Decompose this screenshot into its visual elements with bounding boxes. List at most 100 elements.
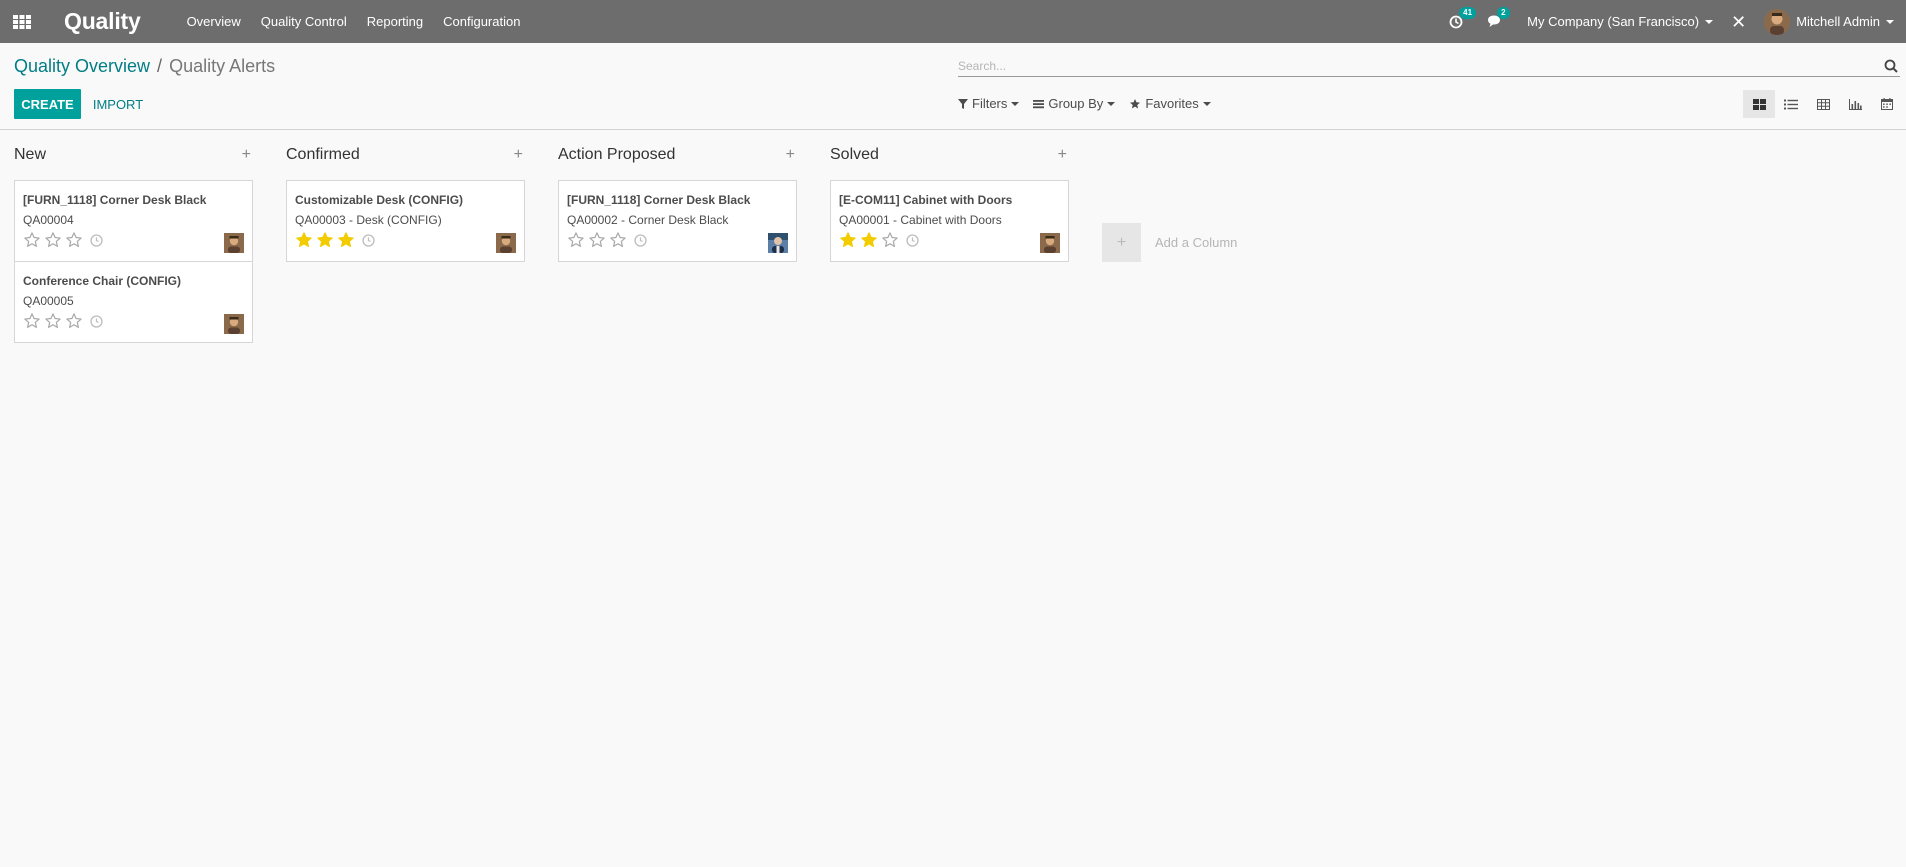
star-empty-icon[interactable] <box>23 231 41 249</box>
star-empty-icon[interactable] <box>588 231 606 249</box>
kanban-column-new: New + [FURN_1118] Corner Desk Black QA00… <box>14 141 253 343</box>
activity-clock-icon[interactable] <box>905 233 919 247</box>
menu-reporting[interactable]: Reporting <box>357 14 433 29</box>
activity-clock-icon[interactable] <box>89 314 103 328</box>
calendar-icon <box>1881 98 1893 110</box>
add-card-icon[interactable]: + <box>514 146 525 164</box>
breadcrumb-parent[interactable]: Quality Overview <box>14 56 150 77</box>
kanban-icon <box>1752 98 1766 110</box>
column-header: Action Proposed + <box>558 141 797 169</box>
search-icon[interactable] <box>1882 57 1900 75</box>
breadcrumb-separator: / <box>157 56 163 76</box>
list-icon <box>1784 99 1798 109</box>
user-name: Mitchell Admin <box>1796 14 1880 29</box>
star-empty-icon[interactable] <box>44 312 62 330</box>
calendar-view-button[interactable] <box>1871 90 1903 118</box>
favorites-dropdown[interactable]: Favorites <box>1129 96 1211 111</box>
user-menu[interactable]: Mitchell Admin <box>1764 8 1894 35</box>
avatar <box>496 233 516 253</box>
kanban-view-button[interactable] <box>1743 90 1775 118</box>
column-title[interactable]: Confirmed <box>286 146 360 164</box>
menu-configuration[interactable]: Configuration <box>433 14 530 29</box>
chevron-down-icon <box>1202 101 1211 106</box>
kanban-card[interactable]: Conference Chair (CONFIG) QA00005 <box>14 261 253 343</box>
activity-clock-icon[interactable] <box>633 233 647 247</box>
star-icon <box>1130 98 1141 108</box>
column-header: New + <box>14 141 253 169</box>
page-title: Quality Alerts <box>169 56 276 76</box>
table-icon <box>1816 98 1830 110</box>
add-column-label: Add a Column <box>1155 235 1238 250</box>
chevron-down-icon <box>1886 19 1894 24</box>
group-by-label: Group By <box>1048 96 1104 111</box>
filters-dropdown[interactable]: Filters <box>958 96 1020 111</box>
group-by-dropdown[interactable]: Group By <box>1033 96 1116 111</box>
navbar-systray: 41 2 My Company (San Francisco) ✕ Mitche… <box>1449 0 1906 43</box>
pivot-view-button[interactable] <box>1807 90 1839 118</box>
close-icon[interactable]: ✕ <box>1731 13 1746 31</box>
priority-stars <box>295 231 355 249</box>
avatar <box>224 314 244 334</box>
kanban-column-confirmed: Confirmed + Customizable Desk (CONFIG) Q… <box>286 141 525 343</box>
import-button[interactable]: IMPORT <box>86 89 150 119</box>
column-title[interactable]: Solved <box>830 146 879 164</box>
priority-stars <box>567 231 627 249</box>
add-column-button[interactable]: + Add a Column <box>1102 141 1237 343</box>
priority-stars <box>839 231 899 249</box>
avatar <box>224 233 244 253</box>
top-navbar: Quality Overview Quality Control Reporti… <box>0 0 1906 43</box>
list-icon <box>1033 99 1045 108</box>
avatar <box>1040 233 1060 253</box>
search-input[interactable] <box>958 58 1882 73</box>
kanban-card[interactable]: [FURN_1118] Corner Desk Black QA00002 - … <box>558 180 797 262</box>
column-title[interactable]: New <box>14 146 46 164</box>
bar-chart-icon <box>1848 98 1862 110</box>
list-view-button[interactable] <box>1775 90 1807 118</box>
star-empty-icon[interactable] <box>881 231 899 249</box>
company-switcher[interactable]: My Company (San Francisco) <box>1527 14 1714 29</box>
app-title[interactable]: Quality <box>64 8 141 35</box>
star-empty-icon[interactable] <box>23 312 41 330</box>
star-empty-icon[interactable] <box>44 231 62 249</box>
star-filled-icon[interactable] <box>316 231 334 249</box>
star-empty-icon[interactable] <box>65 231 83 249</box>
activity-icon[interactable]: 41 <box>1449 6 1477 29</box>
star-filled-icon[interactable] <box>337 231 355 249</box>
column-title[interactable]: Action Proposed <box>558 146 675 164</box>
breadcrumb: Quality Overview / Quality Alerts <box>14 56 275 77</box>
messages-icon[interactable]: 2 <box>1487 6 1510 29</box>
apps-menu-icon[interactable] <box>0 0 44 43</box>
add-card-icon[interactable]: + <box>242 146 253 164</box>
favorites-label: Favorites <box>1145 96 1199 111</box>
chevron-down-icon <box>1011 101 1020 106</box>
menu-quality-control[interactable]: Quality Control <box>251 14 357 29</box>
company-name: My Company (San Francisco) <box>1527 14 1700 29</box>
messages-count-badge: 2 <box>1497 6 1510 19</box>
add-card-icon[interactable]: + <box>786 146 797 164</box>
star-empty-icon[interactable] <box>65 312 83 330</box>
card-title: Customizable Desk (CONFIG) <box>295 193 464 207</box>
star-filled-icon[interactable] <box>839 231 857 249</box>
chevron-down-icon <box>1705 19 1714 24</box>
card-title: [E-COM11] Cabinet with Doors <box>839 193 1013 207</box>
control-panel-divider <box>0 129 1906 130</box>
create-button[interactable]: CREATE <box>14 89 81 119</box>
star-empty-icon[interactable] <box>567 231 585 249</box>
kanban-card[interactable]: [E-COM11] Cabinet with Doors QA00001 - C… <box>830 180 1069 262</box>
star-filled-icon[interactable] <box>860 231 878 249</box>
kanban-card[interactable]: [FURN_1118] Corner Desk Black QA00004 <box>14 180 253 262</box>
kanban-card[interactable]: Customizable Desk (CONFIG) QA00003 - Des… <box>286 180 525 262</box>
priority-stars <box>23 312 83 330</box>
kanban-board: New + [FURN_1118] Corner Desk Black QA00… <box>14 141 1237 343</box>
avatar <box>768 233 788 253</box>
star-filled-icon[interactable] <box>295 231 313 249</box>
graph-view-button[interactable] <box>1839 90 1871 118</box>
activity-clock-icon[interactable] <box>89 233 103 247</box>
star-empty-icon[interactable] <box>609 231 627 249</box>
activity-clock-icon[interactable] <box>361 233 375 247</box>
filter-icon <box>958 98 968 109</box>
avatar <box>1764 8 1791 35</box>
kanban-column-solved: Solved + [E-COM11] Cabinet with Doors QA… <box>830 141 1069 343</box>
menu-overview[interactable]: Overview <box>177 14 251 29</box>
add-card-icon[interactable]: + <box>1058 146 1069 164</box>
